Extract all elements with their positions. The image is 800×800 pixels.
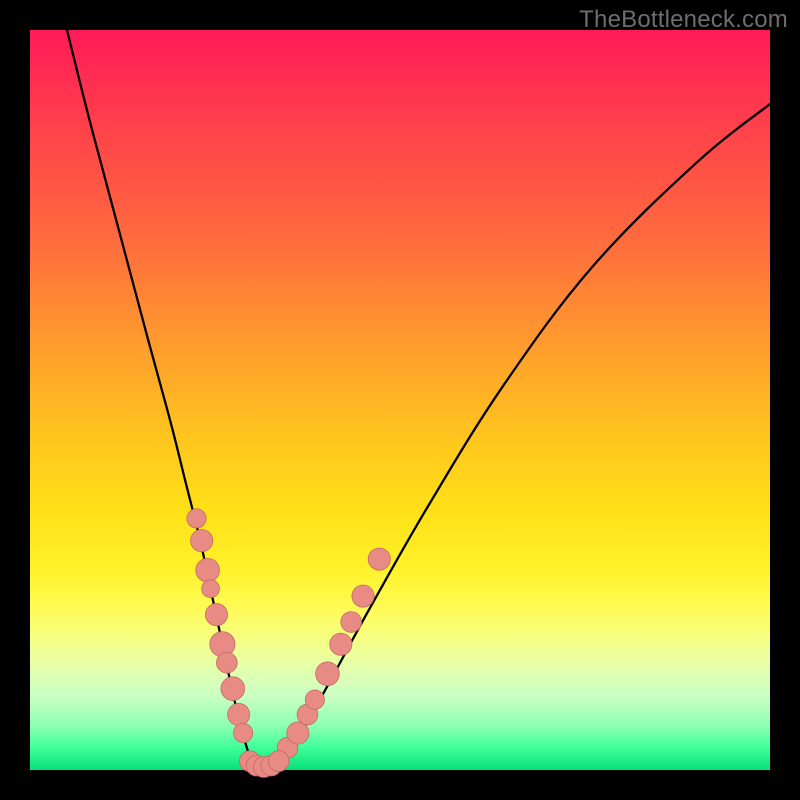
data-dot-left — [187, 509, 206, 528]
bottleneck-curve-path — [67, 30, 770, 770]
data-dot-right — [316, 662, 340, 686]
data-dot-right — [341, 612, 362, 633]
data-dot-right — [305, 690, 324, 709]
data-dot-left — [191, 530, 213, 552]
data-dot-left — [196, 558, 220, 582]
chart-svg — [30, 30, 770, 770]
data-dot-left — [202, 580, 220, 598]
data-dot-left — [205, 604, 227, 626]
data-dot-left — [216, 652, 237, 673]
data-dot-right — [287, 722, 309, 744]
data-dot-right — [368, 548, 390, 570]
data-dot-left — [221, 677, 245, 701]
data-dots-group — [187, 509, 391, 778]
plot-area — [30, 30, 770, 770]
data-dot-right — [330, 633, 352, 655]
data-dot-bottom — [268, 751, 289, 772]
chart-stage: TheBottleneck.com — [0, 0, 800, 800]
data-dot-right — [352, 585, 374, 607]
data-dot-left — [234, 723, 253, 742]
data-dot-left — [228, 703, 250, 725]
